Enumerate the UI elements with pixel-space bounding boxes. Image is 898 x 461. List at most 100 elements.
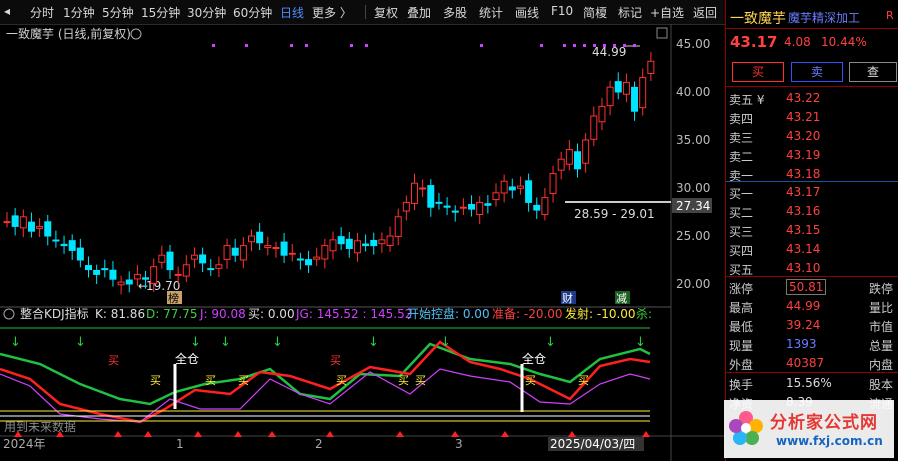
price-tick: 25.00 [676,229,710,243]
signal-dot [623,44,626,47]
candle-body [36,225,44,229]
stat-row: 最高 44.99 量比 [729,299,893,315]
date-tick: 2024年 [3,437,46,451]
jiantou-button[interactable]: 简榎 [583,4,607,21]
candle-body [565,149,573,165]
sell-button[interactable]: 卖 [791,62,843,82]
kline-chart-area[interactable]: 一致魔芋 (日线,前复权) 45.00 40.00 35.00 30.00 25… [0,24,725,461]
candle-body [362,243,370,247]
signal-triangle [501,431,509,437]
candle-body [500,180,508,194]
candle-body [598,105,606,123]
signal-dot [290,44,293,47]
candle-body [435,201,443,204]
candle-body [207,268,215,271]
signal-triangle [451,431,459,437]
date-cursor-label: 2025/04/03/四 [550,437,635,451]
tab-15min[interactable]: 15分钟 [141,4,180,21]
tab-30min[interactable]: 30分钟 [187,4,226,21]
draw-line-button[interactable]: 画线 [515,4,539,21]
bid-row: 买一 43.17 [729,185,821,201]
buy-value: 买: 0.00 [248,307,295,321]
signal-dots [212,44,636,47]
fuquan-button[interactable]: 复权 [374,4,398,21]
signal-dot [245,44,248,47]
kdj-line [0,340,651,424]
ask-row: 卖四 43.21 [729,110,821,126]
d-value: D: 77.75 [146,307,197,321]
candle-body [272,247,280,250]
candle-body [370,239,378,247]
tab-5min[interactable]: 5分钟 [102,4,134,21]
tab-60min[interactable]: 60分钟 [233,4,272,21]
signal-triangle [114,431,122,437]
candle-body [150,266,158,284]
candle-body [11,215,19,227]
multi-stock-button[interactable]: 多股 [443,4,467,21]
signal-triangle [268,431,276,437]
candle-body [239,245,247,261]
bang-marker-label: 榜 [168,291,179,305]
sector-name[interactable]: 魔芋精深加工 [788,9,860,26]
candle-body [574,151,581,170]
candle-body [85,265,92,271]
signal-triangle [234,431,242,437]
tab-fenshi[interactable]: 分时 [30,4,54,21]
buy-signal-label: 买 [415,374,426,387]
ask-row: 卖三 43.20 [729,129,821,145]
price-axis: 45.00 40.00 35.00 30.00 25.00 20.00 [676,37,710,291]
stat-row: 最低 39.24 市值 [729,318,893,334]
signal-dot [593,44,596,47]
price-change: 4.08 [784,35,811,49]
candle-body [329,239,337,252]
stat-row: 现量 1393 总量 [729,337,893,353]
candle-body [182,264,190,277]
low-arrow-icon: ← [138,279,148,293]
candle-body [533,204,541,211]
watermark: 分析家公式网 www.fxj.com.cn [724,400,894,458]
tab-daily[interactable]: 日线 [280,4,304,21]
candle-body [101,268,109,271]
current-price-label: 27.34 [676,199,710,213]
add-watchlist-button[interactable]: +自选 [650,4,684,21]
candle-body [142,277,150,280]
kline-chart[interactable]: 一致魔芋 (日线,前复权) 45.00 40.00 35.00 30.00 25… [0,24,725,461]
candle-body [378,239,386,245]
date-tick: 1 [176,437,184,451]
f10-button[interactable]: F10 [551,4,573,18]
overlay-button[interactable]: 叠加 [407,4,431,21]
mark-button[interactable]: 标记 [618,4,642,21]
candle-body [541,197,549,216]
buy-button[interactable]: 买 [732,62,784,82]
signal-dot [563,44,566,47]
candle-body [3,221,11,224]
signal-triangle [568,431,576,437]
tab-1min[interactable]: 1分钟 [63,4,95,21]
candle-body [484,203,492,206]
chevron-down-icon[interactable] [130,28,142,40]
tab-more[interactable]: 更多 〉 [312,4,352,21]
candle-body [549,173,557,194]
sell-arrow-icon: ↓ [635,335,646,350]
candle-body [264,245,272,249]
candle-body [248,235,255,243]
candle-body [296,258,304,261]
query-button[interactable]: 查 [849,62,897,82]
back-button[interactable]: 返回 [693,4,717,21]
signal-dot [365,44,368,47]
candle-body [582,139,590,164]
candle-body [590,115,598,140]
signal-dot [540,44,543,47]
bid-row: 买四 43.14 [729,242,821,258]
toggle-box-icon[interactable] [656,27,668,39]
range-label: 28.59 - 29.01 [574,207,655,221]
toolbar-back-icon[interactable]: ◂ [4,4,10,18]
quote-panel: 一致魔芋 魔芋精深加工 R 43.17 4.08 10.44% 买 卖 查 卖五… [724,0,898,461]
candle-body [631,86,639,112]
indicator-chevron-icon[interactable] [3,308,15,320]
sell-arrow-icon: ↓ [272,335,283,350]
price-tick: 40.00 [676,85,710,99]
sell-arrow-icon: ↓ [10,335,21,350]
stats-button[interactable]: 统计 [479,4,503,21]
candle-body [199,254,207,264]
